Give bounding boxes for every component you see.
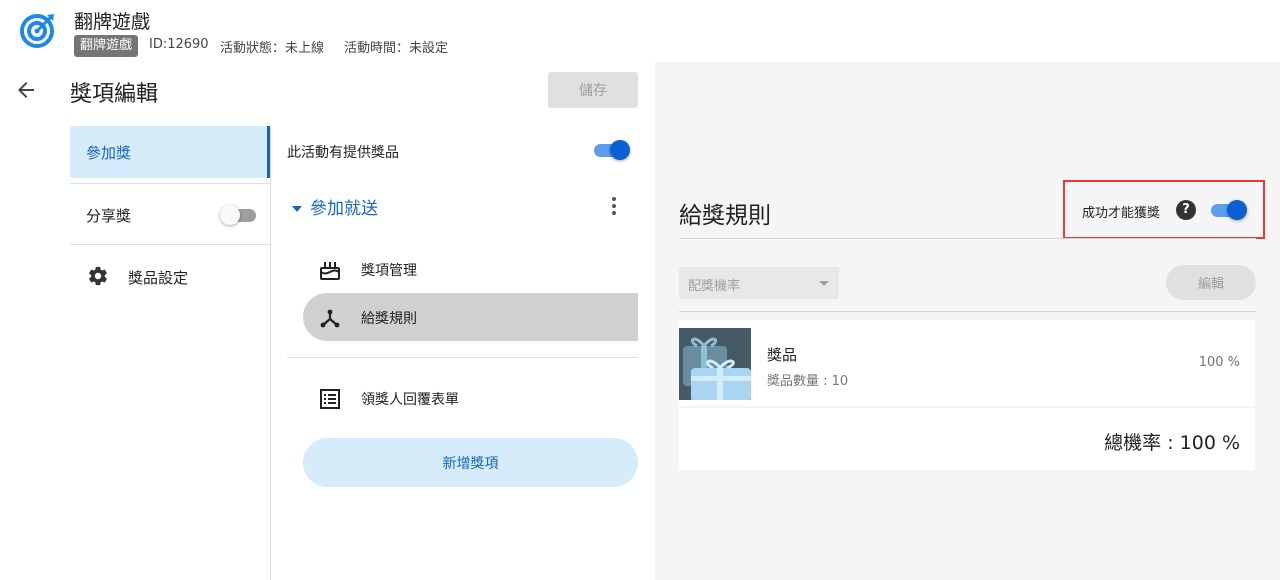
provide-prize-label: 此活動有提供獎品 — [287, 145, 399, 161]
nav-item-label: 獎品設定 — [128, 269, 189, 287]
activity-status: 活動狀態：未上線 — [220, 41, 325, 56]
divider — [679, 311, 1256, 312]
game-type-tag: 翻牌遊戲 — [74, 35, 139, 57]
app-header: 翻牌遊戲 翻牌遊戲 ID:12690 活動狀態：未上線 活動時間：未設定 — [0, 0, 1280, 62]
select-value: 配獎機率 — [688, 279, 741, 294]
prize-rate: 100 % — [1198, 355, 1240, 370]
activity-id: ID:12690 — [149, 37, 209, 52]
save-button[interactable]: 儲存 — [548, 72, 638, 108]
prize-group-header[interactable]: 參加就送 — [292, 194, 378, 219]
editor-panel: 獎項編輯 儲存 參加獎 分享獎 獎品設定 此活動有提供獎品 參加就送 獎項管理 … — [0, 62, 655, 580]
game-title: 翻牌遊戲 — [74, 11, 151, 33]
distribution-mode-select[interactable]: 配獎機率 — [679, 267, 839, 299]
share-prize-toggle[interactable] — [220, 204, 258, 226]
nav-item-share-prize[interactable]: 分享獎 — [70, 183, 270, 235]
more-vert-icon[interactable] — [604, 195, 624, 217]
award-rules-title: 給獎規則 — [679, 203, 771, 229]
chevron-down-icon — [819, 281, 829, 286]
list-icon — [320, 389, 340, 409]
nav-item-join-prize[interactable]: 參加獎 — [70, 126, 270, 178]
prize-quantity: 獎品數量 : 10 — [767, 374, 849, 389]
prize-card: 獎品 獎品數量 : 10 100 % 總機率 : 100 % — [679, 320, 1255, 470]
sub-item-label: 領獎人回覆表單 — [361, 392, 459, 408]
column-divider — [270, 126, 271, 580]
success-only-toggle[interactable] — [1209, 199, 1247, 221]
divider — [287, 357, 638, 358]
provide-prize-toggle[interactable] — [592, 139, 630, 161]
caret-down-icon — [292, 206, 302, 212]
divider — [679, 406, 1255, 408]
sub-item-winner-form[interactable]: 領獎人回覆表單 — [303, 374, 638, 422]
sub-item-award-rules[interactable]: 給獎規則 — [303, 293, 638, 341]
edit-button[interactable]: 編輯 — [1166, 265, 1256, 300]
nav-item-label: 參加獎 — [86, 144, 132, 162]
sub-item-label: 獎項管理 — [361, 263, 417, 279]
cake-icon — [320, 262, 340, 280]
success-only-label: 成功才能獲獎 — [1082, 206, 1161, 221]
page-title: 獎項編輯 — [70, 82, 159, 107]
prize-group-label: 參加就送 — [310, 199, 378, 219]
prize-name: 獎品 — [767, 346, 798, 364]
add-prize-button[interactable]: 新增獎項 — [303, 438, 638, 487]
target-icon — [20, 14, 54, 48]
total-probability: 總機率 : 100 % — [1104, 432, 1240, 454]
sub-item-prize-management[interactable]: 獎項管理 — [303, 245, 638, 293]
divider — [679, 238, 1256, 239]
gift-image — [679, 328, 751, 400]
nav-item-prize-settings[interactable]: 獎品設定 — [70, 244, 270, 296]
activity-time: 活動時間：未設定 — [344, 41, 449, 56]
gear-icon — [89, 266, 107, 286]
award-rules-panel: 給獎規則 成功才能獲獎 ? 配獎機率 編輯 獎品 獎品數量 : 10 100 %… — [655, 62, 1280, 580]
arrow-left-icon[interactable] — [14, 78, 38, 102]
help-icon[interactable]: ? — [1176, 200, 1196, 220]
nav-item-label: 分享獎 — [86, 207, 132, 225]
fork-icon — [320, 309, 340, 328]
sub-item-label: 給獎規則 — [361, 311, 417, 327]
